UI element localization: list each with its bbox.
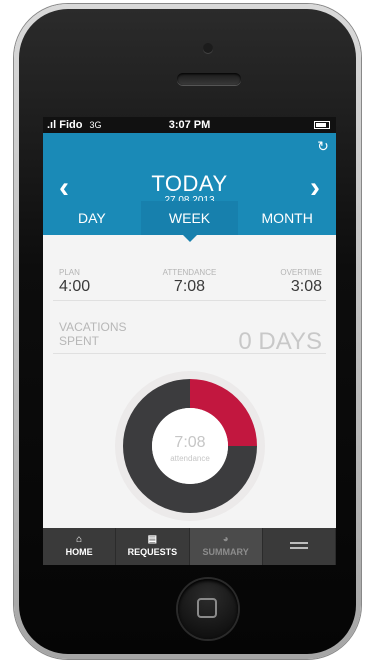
front-camera (203, 43, 213, 53)
nav-summary-label: SUMMARY (202, 547, 249, 557)
home-button[interactable] (178, 579, 238, 639)
overtime-value: 3:08 (290, 278, 322, 295)
stats-divider (53, 300, 326, 301)
donut-center-value: 7:08 (174, 434, 205, 451)
vacations-divider (53, 353, 326, 354)
main-content: PLAN 4:00 ATTENDANCE 7:08 OVERTIME 3:08 … (43, 252, 336, 542)
pie-icon: ◕ (222, 534, 229, 545)
nav-home-label: HOME (65, 547, 93, 557)
nav-requests-label: REQUESTS (127, 547, 178, 557)
page-title: TODAY (151, 171, 228, 196)
menu-icon (289, 542, 308, 552)
battery-icon (314, 121, 330, 129)
tab-month[interactable]: MONTH (238, 201, 336, 235)
document-icon: ▤ (147, 534, 158, 545)
tab-week[interactable]: WEEK (140, 201, 239, 242)
attendance-donut-chart: 7:08 attendance (115, 371, 265, 521)
overtime-label: OVERTIME (280, 268, 322, 277)
period-tabs: DAY WEEK MONTH (43, 201, 336, 242)
nav-summary[interactable]: ◕ SUMMARY (189, 528, 263, 565)
nav-requests[interactable]: ▤ REQUESTS (116, 528, 190, 565)
refresh-icon[interactable]: ↻ (316, 139, 330, 153)
earpiece-speaker (177, 73, 241, 85)
bottom-nav: ⌂ HOME ▤ REQUESTS ◕ SUMMARY (43, 528, 336, 565)
home-icon: ⌂ (76, 534, 83, 545)
status-bar: .ıl Fido 3G 3:07 PM (43, 117, 336, 133)
app-screen: .ıl Fido 3G 3:07 PM ↻ ‹ TODAY 27.08.2013… (43, 117, 336, 565)
nav-menu[interactable] (263, 528, 336, 565)
next-arrow-icon[interactable]: › (310, 173, 320, 203)
vacations-label: VACATIONS SPENT (59, 320, 127, 348)
donut-center-label: attendance (170, 454, 210, 463)
nav-home[interactable]: ⌂ HOME (43, 528, 117, 565)
vacations-value: 0 DAYS (238, 328, 322, 355)
tab-day[interactable]: DAY (43, 201, 141, 235)
home-button-icon (197, 598, 217, 618)
status-time: 3:07 PM (168, 119, 211, 131)
